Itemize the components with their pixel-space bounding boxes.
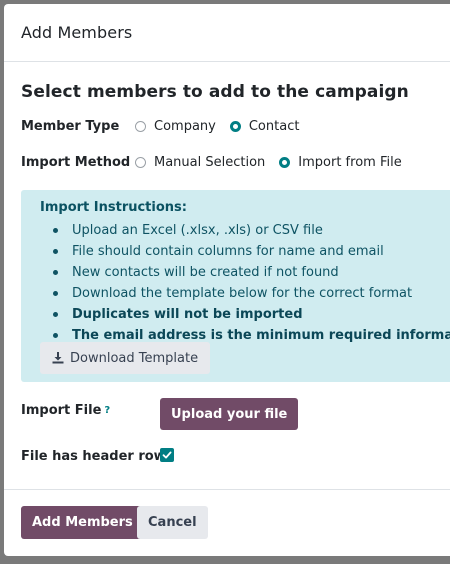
instruction-item: Download the template below for the corr… [40, 283, 450, 304]
dialog-body: Select members to add to the campaign Me… [4, 62, 450, 490]
instructions-title: Import Instructions: [40, 200, 187, 215]
radio-checked-icon[interactable] [279, 157, 291, 168]
checkmark-icon [162, 451, 172, 459]
download-template-label: Download Template [70, 350, 199, 366]
import-method-label: Import Method [21, 155, 131, 170]
import-file-row: Import File ? [21, 403, 110, 418]
member-type-row: Member Type [21, 119, 119, 134]
radio-label: Company [154, 119, 216, 134]
import-instructions-box: Import Instructions: Upload an Excel (.x… [21, 190, 450, 382]
download-template-button[interactable]: Download Template [40, 342, 211, 374]
header-row-label: File has header row [21, 449, 166, 464]
dialog-footer: Add Members Cancel [4, 490, 450, 556]
section-title: Select members to add to the campaign [21, 82, 409, 102]
member-type-radio-group: Company Contact [135, 119, 313, 134]
header-row-field: File has header row [21, 449, 166, 464]
member-type-label: Member Type [21, 119, 120, 134]
radio-unchecked-icon[interactable] [135, 121, 146, 132]
help-tooltip-icon[interactable]: ? [104, 405, 110, 416]
radio-unchecked-icon[interactable] [135, 157, 146, 168]
import-method-row: Import Method [21, 155, 130, 170]
add-members-dialog: Add Members Select members to add to the… [4, 4, 450, 556]
instruction-item: Upload an Excel (.xlsx, .xls) or CSV fil… [40, 220, 450, 241]
import-method-file-radio[interactable]: Import from File [279, 155, 402, 170]
import-file-label: Import File [21, 403, 102, 418]
add-members-button[interactable]: Add Members [21, 506, 144, 539]
import-method-manual-radio[interactable]: Manual Selection [135, 155, 265, 170]
member-type-company-radio[interactable]: Company [135, 119, 216, 134]
cancel-button[interactable]: Cancel [137, 506, 208, 539]
instruction-item: New contacts will be created if not foun… [40, 262, 450, 283]
radio-label: Contact [248, 119, 300, 134]
radio-label: Manual Selection [154, 155, 266, 170]
instructions-list: Upload an Excel (.xlsx, .xls) or CSV fil… [40, 220, 450, 346]
dialog-header: Add Members [4, 4, 450, 62]
radio-label: Import from File [298, 155, 402, 170]
member-type-contact-radio[interactable]: Contact [229, 119, 300, 134]
radio-checked-icon[interactable] [229, 121, 241, 132]
instruction-item: File should contain columns for name and… [40, 241, 450, 262]
import-method-radio-group: Manual Selection Import from File [135, 155, 416, 170]
upload-file-button[interactable]: Upload your file [160, 398, 299, 430]
instruction-item: Duplicates will not be imported [40, 304, 450, 325]
dialog-title: Add Members [21, 23, 133, 42]
download-icon [52, 352, 64, 364]
header-row-checkbox[interactable] [160, 448, 174, 462]
